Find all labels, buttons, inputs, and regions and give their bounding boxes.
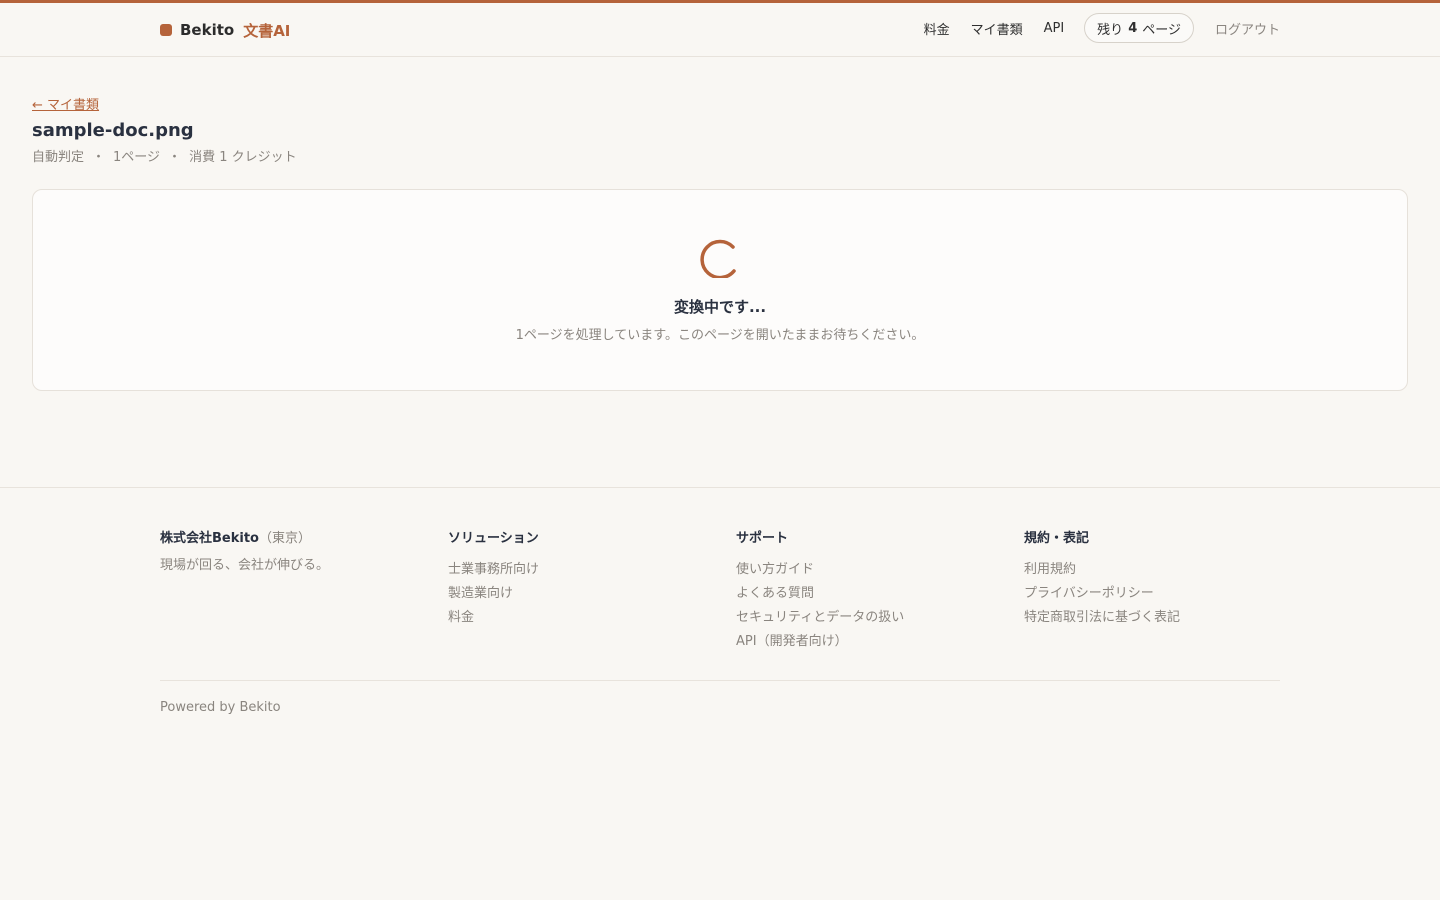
footer-solutions-column: ソリューション 士業事務所向け 製造業向け 料金 (448, 530, 708, 630)
footer-divider (160, 680, 1280, 681)
main-nav: 料金 マイ書類 API 残り 4 ページ ログアウト (924, 13, 1280, 43)
footer-link[interactable]: 製造業向け (448, 582, 708, 606)
footer-company-name: 株式会社Bekito（東京） (160, 530, 420, 548)
footer-link[interactable]: セキュリティとデータの扱い (736, 606, 996, 630)
document-title: sample-doc.png (32, 120, 194, 141)
footer-support-column: サポート 使い方ガイド よくある質問 セキュリティとデータの扱い API（開発者… (736, 530, 996, 654)
powered-by-text: Powered by Bekito (160, 700, 281, 715)
company-location: （東京） (258, 531, 311, 546)
credits-suffix: ページ (1142, 22, 1181, 38)
document-meta: 自動判定 ・ 1ページ ・ 消費 1 クレジット (32, 146, 297, 165)
footer-link[interactable]: 利用規約 (1024, 558, 1284, 582)
company-name: 株式会社Bekito (160, 531, 259, 546)
meta-separator: ・ (92, 150, 106, 165)
meta-page-count: 1ページ (113, 150, 161, 165)
footer-column-title: 規約・表記 (1024, 531, 1090, 546)
status-heading: 変換中です... (673, 298, 767, 316)
footer-company-column: 株式会社Bekito（東京） 現場が回る、会社が伸びる。 (160, 530, 420, 573)
brand-mark-icon (160, 24, 172, 36)
footer-link[interactable]: 使い方ガイド (736, 558, 996, 582)
nav-api-link[interactable]: API (1044, 21, 1065, 36)
conversion-status-card: 変換中です... 1ページを処理しています。このページを開いたままお待ちください… (32, 189, 1408, 391)
footer-link[interactable]: 士業事務所向け (448, 558, 708, 582)
credits-count: 4 (1128, 20, 1138, 36)
meta-credit-usage: 消費 1 クレジット (189, 150, 297, 165)
status-description: 1ページを処理しています。このページを開いたままお待ちください。 (515, 328, 925, 343)
footer-link[interactable]: よくある質問 (736, 582, 996, 606)
footer-legal-column: 規約・表記 利用規約 プライバシーポリシー 特定商取引法に基づく表記 (1024, 530, 1284, 630)
nav-my-docs-link[interactable]: マイ書類 (971, 19, 1023, 38)
back-to-my-docs-link[interactable]: ← マイ書類 (32, 94, 99, 113)
footer-column-title: サポート (736, 531, 789, 546)
logout-link[interactable]: ログアウト (1215, 19, 1280, 38)
site-header: Bekito 文書AI 料金 マイ書類 API 残り 4 ページ ログアウト (0, 3, 1440, 57)
brand-logo[interactable]: Bekito 文書AI (160, 20, 290, 40)
footer-link[interactable]: API（開発者向け） (736, 630, 996, 654)
footer-link[interactable]: 料金 (448, 606, 708, 630)
meta-separator: ・ (168, 150, 182, 165)
loading-spinner-icon (700, 239, 736, 278)
footer-tagline: 現場が回る、会社が伸びる。 (160, 558, 330, 573)
credits-prefix: 残り (1097, 22, 1124, 38)
meta-detection-mode: 自動判定 (32, 150, 85, 165)
footer-column-title: ソリューション (448, 531, 539, 546)
brand-name: Bekito (180, 21, 235, 39)
nav-pricing-link[interactable]: 料金 (924, 19, 950, 38)
remaining-credits-badge: 残り 4 ページ (1084, 13, 1194, 43)
footer-link[interactable]: 特定商取引法に基づく表記 (1024, 606, 1284, 630)
brand-product-name: 文書AI (243, 21, 291, 40)
footer-link[interactable]: プライバシーポリシー (1024, 582, 1284, 606)
site-footer: 株式会社Bekito（東京） 現場が回る、会社が伸びる。 ソリューション 士業事… (0, 487, 1440, 900)
